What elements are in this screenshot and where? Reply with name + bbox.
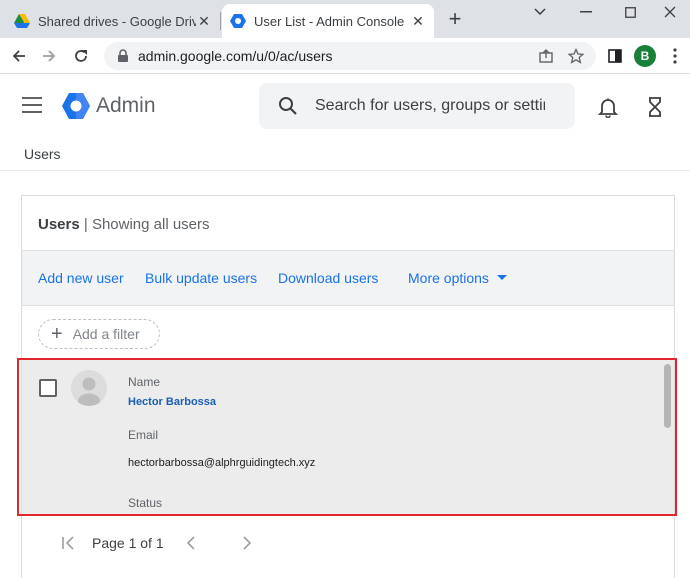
- maximize-icon[interactable]: [610, 2, 650, 22]
- search-input[interactable]: [315, 97, 545, 115]
- add-filter-label: Add a filter: [72, 326, 140, 342]
- brand-name: Admin: [96, 94, 156, 117]
- new-tab-button[interactable]: +: [444, 8, 466, 30]
- close-tab-icon[interactable]: ✕: [196, 13, 212, 30]
- pagination: Page 1 of 1: [60, 534, 254, 552]
- card-title-separator: |: [79, 216, 92, 233]
- profile-avatar[interactable]: B: [634, 45, 656, 67]
- caret-down-icon: [496, 274, 507, 280]
- side-panel-icon[interactable]: [604, 45, 626, 67]
- admin-header: Admin: [0, 75, 690, 137]
- url-text: admin.google.com/u/0/ac/users: [138, 48, 333, 64]
- more-options-button[interactable]: More options: [408, 270, 507, 286]
- tab-title: User List - Admin Console: [254, 13, 405, 29]
- bulk-update-users-button[interactable]: Bulk update users: [145, 270, 257, 286]
- users-card: Users | Showing all users Add new user B…: [21, 195, 675, 578]
- admin-hexagon-icon: [230, 13, 246, 29]
- add-filter-button[interactable]: + Add a filter: [38, 319, 160, 349]
- admin-search[interactable]: [259, 83, 575, 129]
- google-drive-icon: [14, 13, 30, 29]
- card-title: Users | Showing all users: [38, 216, 210, 233]
- previous-page-icon[interactable]: [184, 535, 200, 551]
- tab-user-list[interactable]: User List - Admin Console ✕: [222, 4, 434, 38]
- lock-icon: [118, 49, 128, 62]
- tab-shared-drives[interactable]: Shared drives - Google Drive ✕: [6, 4, 220, 38]
- browser-toolbar: admin.google.com/u/0/ac/users B: [0, 38, 690, 74]
- back-arrow-icon[interactable]: [8, 45, 30, 67]
- card-title-subtitle: Showing all users: [91, 216, 210, 233]
- more-options-label: More options: [408, 270, 489, 286]
- first-page-icon[interactable]: [60, 534, 78, 552]
- minimize-icon[interactable]: [566, 2, 606, 22]
- download-users-button[interactable]: Download users: [278, 270, 378, 286]
- tab-divider: [220, 12, 221, 30]
- divider: [0, 170, 690, 171]
- next-page-icon[interactable]: [238, 535, 254, 551]
- plus-icon: +: [51, 323, 63, 345]
- scrollbar-thumb[interactable]: [664, 364, 671, 428]
- card-title-main: Users: [38, 216, 80, 233]
- address-bar[interactable]: admin.google.com/u/0/ac/users: [104, 42, 596, 70]
- browser-tabstrip: Shared drives - Google Drive ✕ User List…: [0, 0, 690, 38]
- close-window-icon[interactable]: [650, 2, 690, 22]
- row-checkbox[interactable]: [39, 379, 57, 397]
- admin-logo[interactable]: [61, 91, 91, 121]
- user-email: hectorbarbossa@alphrguidingtech.xyz: [128, 457, 316, 469]
- status-label: Status: [128, 496, 163, 510]
- name-label: Name: [128, 375, 161, 389]
- table-row[interactable]: Name Hector Barbossa Email hectorbarboss…: [22, 360, 674, 515]
- reload-icon[interactable]: [70, 45, 92, 67]
- user-name-link[interactable]: Hector Barbossa: [128, 396, 216, 408]
- add-new-user-button[interactable]: Add new user: [38, 270, 124, 286]
- share-icon[interactable]: [536, 46, 556, 66]
- user-avatar: [71, 370, 107, 406]
- page-indicator: Page 1 of 1: [92, 535, 164, 551]
- person-icon: [78, 377, 100, 406]
- star-icon[interactable]: [566, 46, 586, 66]
- tab-title: Shared drives - Google Drive: [38, 13, 196, 29]
- tab-search-icon[interactable]: [520, 2, 560, 22]
- menu-kebab-icon[interactable]: [664, 45, 686, 67]
- close-tab-icon[interactable]: ✕: [410, 13, 426, 30]
- hourglass-icon[interactable]: [644, 96, 666, 118]
- breadcrumb[interactable]: Users: [24, 146, 61, 162]
- action-bar: Add new user Bulk update users Download …: [22, 250, 674, 306]
- search-icon: [279, 97, 297, 115]
- forward-arrow-icon[interactable]: [38, 45, 60, 67]
- main-menu-icon[interactable]: [22, 97, 42, 113]
- email-label: Email: [128, 428, 159, 442]
- notifications-bell-icon[interactable]: [597, 96, 619, 118]
